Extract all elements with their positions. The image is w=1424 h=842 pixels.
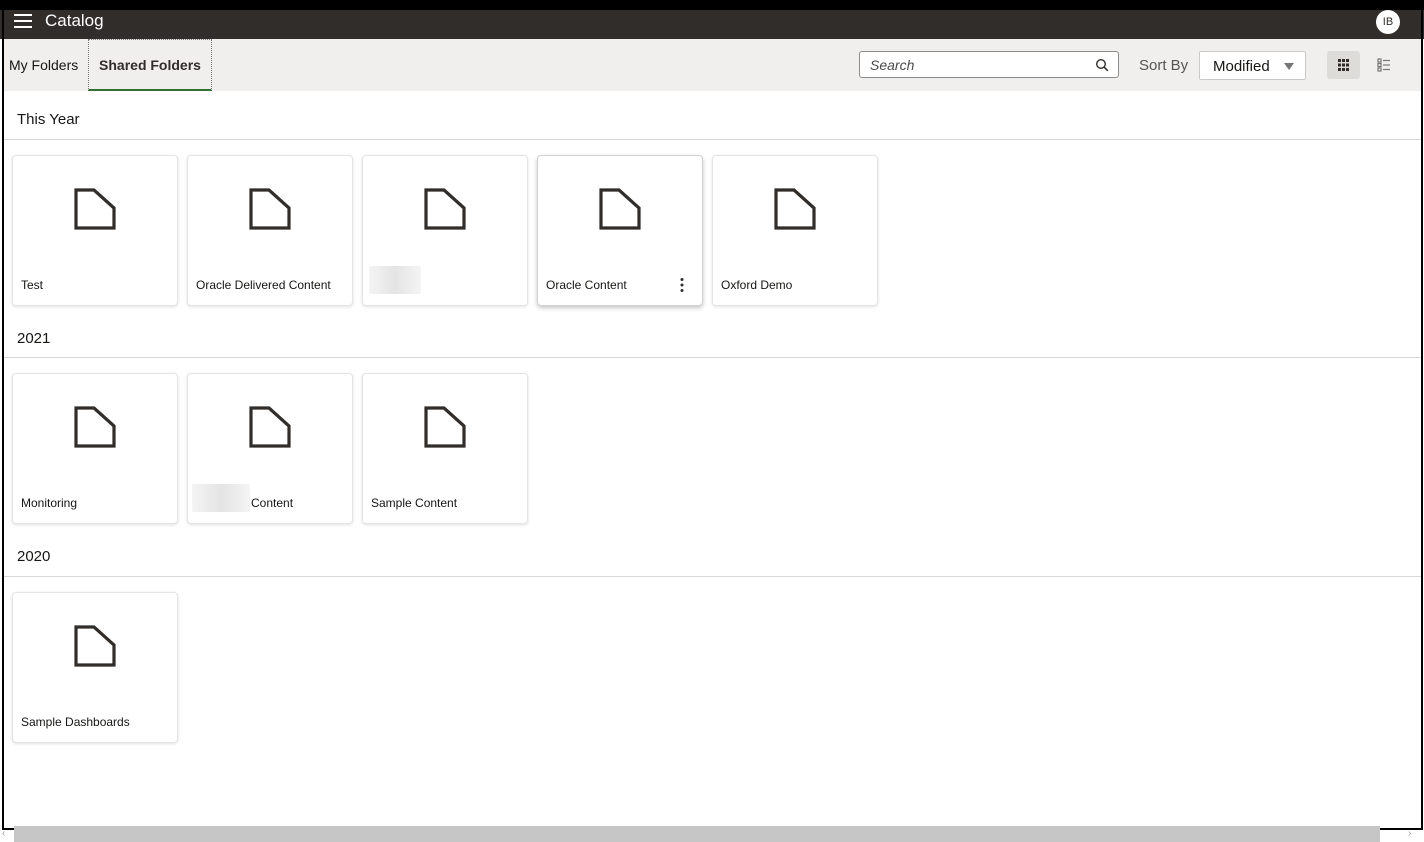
list-view-icon bbox=[1377, 58, 1390, 72]
folder-name: Monitoring bbox=[21, 496, 78, 510]
sort-by-label: Sort By bbox=[1139, 57, 1189, 74]
redacted-name bbox=[192, 484, 250, 512]
folder-card-sample-content[interactable]: Sample Content bbox=[362, 373, 528, 524]
section-divider bbox=[4, 139, 1421, 140]
scroll-left-icon[interactable]: ‹ bbox=[2, 828, 5, 839]
top-bar: Catalog IB bbox=[0, 0, 1424, 39]
grid-view-icon bbox=[1338, 59, 1349, 71]
folder-name: Test bbox=[21, 278, 44, 292]
folder-name: Oxford Demo bbox=[721, 278, 793, 292]
sort-by-value: Modified bbox=[1213, 58, 1270, 75]
scroll-right-icon[interactable]: › bbox=[1408, 828, 1411, 839]
more-vertical-icon[interactable] bbox=[678, 277, 686, 293]
section-divider bbox=[4, 576, 1421, 577]
folder-name: Content bbox=[251, 496, 294, 510]
chevron-down-icon bbox=[1284, 63, 1294, 70]
folder-card-oracle-delivered-content[interactable]: Oracle Delivered Content bbox=[187, 155, 353, 306]
folder-icon bbox=[74, 406, 116, 448]
horizontal-scrollbar[interactable] bbox=[14, 826, 1380, 842]
sort-by-select[interactable]: Modified bbox=[1199, 51, 1306, 80]
user-avatar[interactable]: IB bbox=[1376, 10, 1400, 34]
folder-icon bbox=[74, 625, 116, 667]
folder-card-sample-dashboards[interactable]: Sample Dashboards bbox=[12, 592, 178, 743]
folder-icon bbox=[424, 188, 466, 230]
folder-icon bbox=[249, 406, 291, 448]
folder-name: Oracle Delivered Content bbox=[196, 278, 331, 292]
grid-view-button[interactable] bbox=[1327, 51, 1360, 79]
search-placeholder: Search bbox=[870, 57, 915, 73]
folder-card-oracle-content[interactable]: Oracle Content bbox=[537, 155, 703, 306]
folder-card-redacted[interactable] bbox=[362, 155, 528, 306]
section-title-this-year: This Year bbox=[17, 111, 80, 128]
list-view-button[interactable] bbox=[1370, 51, 1398, 79]
folder-icon bbox=[249, 188, 291, 230]
section-title-2020: 2020 bbox=[17, 548, 51, 565]
folder-icon bbox=[74, 188, 116, 230]
search-icon[interactable] bbox=[1095, 58, 1109, 72]
app-title: Catalog bbox=[45, 11, 104, 30]
folder-icon bbox=[774, 188, 816, 230]
folder-name: Sample Dashboards bbox=[21, 715, 130, 729]
redacted-name bbox=[369, 266, 421, 294]
folder-card-monitoring[interactable]: Monitoring bbox=[12, 373, 178, 524]
folder-icon bbox=[599, 188, 641, 230]
folder-name: Oracle Content bbox=[546, 278, 627, 292]
section-divider bbox=[4, 357, 1421, 358]
folder-card-content[interactable]: Content bbox=[187, 373, 353, 524]
hamburger-icon[interactable] bbox=[14, 14, 32, 28]
tab-my-folders[interactable]: My Folders bbox=[7, 39, 80, 91]
folder-icon bbox=[424, 406, 466, 448]
tab-shared-folders[interactable]: Shared Folders bbox=[88, 39, 212, 91]
top-bar-inner: Catalog IB bbox=[0, 10, 1424, 39]
folder-card-test[interactable]: Test bbox=[12, 155, 178, 306]
toolbar: My Folders Shared Folders Search Sort By… bbox=[4, 39, 1421, 91]
folder-name: Sample Content bbox=[371, 496, 458, 510]
folder-card-oxford-demo[interactable]: Oxford Demo bbox=[712, 155, 878, 306]
search-input[interactable]: Search bbox=[859, 51, 1119, 78]
section-title-2021: 2021 bbox=[17, 330, 51, 347]
